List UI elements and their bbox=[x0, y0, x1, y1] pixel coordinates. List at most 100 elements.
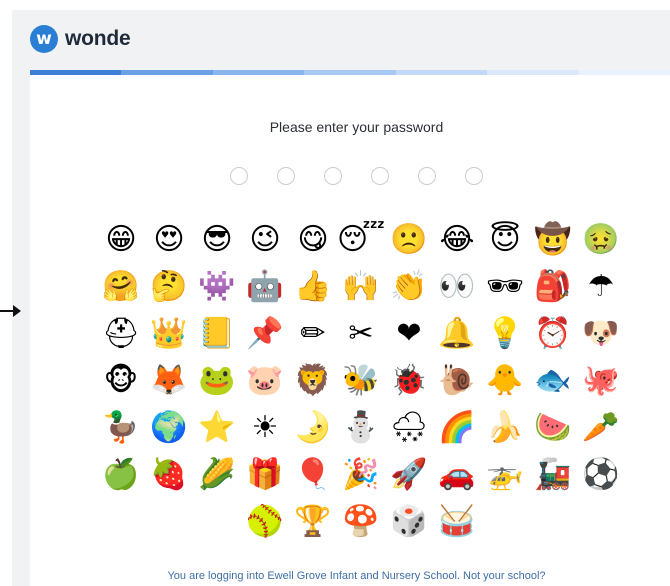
emoji-key[interactable]: 🎒 bbox=[529, 263, 577, 310]
emoji-key[interactable]: 🐌 bbox=[433, 357, 481, 404]
emoji-key[interactable]: 🌛 bbox=[289, 404, 337, 451]
emoji-key[interactable]: 💡 bbox=[481, 310, 529, 357]
emoji-key[interactable]: 🐵 bbox=[97, 357, 145, 404]
emoji-key[interactable]: 🐶 bbox=[577, 310, 625, 357]
emoji-key[interactable]: 🎈 bbox=[289, 451, 337, 498]
emoji-key[interactable]: 🦁 bbox=[289, 357, 337, 404]
emoji-key[interactable]: ❤ bbox=[385, 310, 433, 357]
login-card: Please enter your password 😁 😍 😎 😉 😋 😴 🙁 😂 😇 🤠 🤢 🤗 🤔… bbox=[30, 70, 670, 586]
emoji-key[interactable]: 🥁 bbox=[433, 498, 481, 545]
emoji-key[interactable]: 😁 bbox=[97, 216, 145, 263]
emoji-key[interactable]: 🌈 bbox=[433, 404, 481, 451]
emoji-key[interactable]: 👏 bbox=[385, 263, 433, 310]
emoji-key[interactable]: ⭐ bbox=[193, 404, 241, 451]
emoji-key[interactable]: 😂 bbox=[433, 216, 481, 263]
emoji-key[interactable]: 😋 bbox=[289, 216, 337, 263]
emoji-row: 🦆 🌍 ⭐ ☀ 🌛 ⛄ 🌨 🌈 🍌 🍉 🥕 bbox=[96, 404, 626, 451]
emoji-key[interactable]: 🤢 bbox=[577, 216, 625, 263]
emoji-key[interactable]: 🍌 bbox=[481, 404, 529, 451]
emoji-key[interactable]: 😍 bbox=[145, 216, 193, 263]
wonde-logo-text: wonde bbox=[65, 27, 131, 50]
emoji-key[interactable]: 👑 bbox=[145, 310, 193, 357]
password-dot bbox=[418, 167, 436, 185]
emoji-row: 🥎 🏆 🍄 🎲 🥁 bbox=[96, 498, 626, 545]
emoji-key[interactable]: 🌨 bbox=[385, 404, 433, 451]
password-dot bbox=[371, 167, 389, 185]
emoji-key[interactable]: 🦊 bbox=[145, 357, 193, 404]
progress-segment bbox=[212, 70, 305, 75]
progress-segment bbox=[578, 70, 670, 75]
emoji-row: ⛑ 👑 📒 📌 ✏ ✂ ❤ 🔔 💡 ⏰ 🐶 bbox=[96, 310, 626, 357]
progress-segment bbox=[487, 70, 579, 75]
emoji-key[interactable]: 🐙 bbox=[577, 357, 625, 404]
emoji-key[interactable]: 🙌 bbox=[337, 263, 385, 310]
password-dot bbox=[465, 167, 483, 185]
emoji-row: 🍏 🍓 🌽 🎁 🎈 🎉 🚀 🚗 🚁 🚂 ⚽ bbox=[96, 451, 626, 498]
emoji-key[interactable]: 🤖 bbox=[241, 263, 289, 310]
emoji-keypad: 😁 😍 😎 😉 😋 😴 🙁 😂 😇 🤠 🤢 🤗 🤔 👾 🤖 👍 🙌 👏 👀 🕶 🎒 ☂ ⛑ 👑 📒 📌 ✏ ✂ ❤ 🔔 💡 ⏰ 🐶 🐵 🦊 🐸 🐷 🦁 🐝 🐞… bbox=[96, 216, 626, 545]
emoji-key[interactable]: 🚀 bbox=[385, 451, 433, 498]
emoji-key[interactable]: 🦆 bbox=[97, 404, 145, 451]
school-notice[interactable]: You are logging into Ewell Grove Infant … bbox=[30, 570, 670, 582]
emoji-key[interactable]: ⚽ bbox=[577, 451, 625, 498]
emoji-key[interactable]: 🎉 bbox=[337, 451, 385, 498]
progress-bar bbox=[30, 70, 670, 75]
emoji-key[interactable]: 🐟 bbox=[529, 357, 577, 404]
emoji-key[interactable]: 🍏 bbox=[97, 451, 145, 498]
emoji-key[interactable]: 🔔 bbox=[433, 310, 481, 357]
emoji-row: 🐵 🦊 🐸 🐷 🦁 🐝 🐞 🐌 🐥 🐟 🐙 bbox=[96, 357, 626, 404]
emoji-key[interactable]: 🎲 bbox=[385, 498, 433, 545]
emoji-key[interactable]: 😎 bbox=[193, 216, 241, 263]
emoji-key[interactable]: ⏰ bbox=[529, 310, 577, 357]
emoji-key[interactable]: ☂ bbox=[577, 263, 625, 310]
emoji-key[interactable]: 📌 bbox=[241, 310, 289, 357]
emoji-key[interactable]: ☀ bbox=[241, 404, 289, 451]
emoji-key[interactable]: 🤔 bbox=[145, 263, 193, 310]
emoji-key[interactable]: 🥎 bbox=[241, 498, 289, 545]
emoji-key[interactable]: 🙁 bbox=[385, 216, 433, 263]
emoji-key[interactable]: 🏆 bbox=[289, 498, 337, 545]
emoji-key[interactable]: 👾 bbox=[193, 263, 241, 310]
emoji-key[interactable]: 🐷 bbox=[241, 357, 289, 404]
progress-segment bbox=[304, 70, 396, 75]
emoji-key[interactable]: 🌍 bbox=[145, 404, 193, 451]
password-dot bbox=[277, 167, 295, 185]
emoji-key[interactable]: 👍 bbox=[289, 263, 337, 310]
emoji-row: 🤗 🤔 👾 🤖 👍 🙌 👏 👀 🕶 🎒 ☂ bbox=[96, 263, 626, 310]
emoji-key[interactable]: ✏ bbox=[289, 310, 337, 357]
emoji-key[interactable]: 🍓 bbox=[145, 451, 193, 498]
emoji-key[interactable]: 🌽 bbox=[193, 451, 241, 498]
password-dot bbox=[324, 167, 342, 185]
wonde-logo: w wonde bbox=[30, 24, 131, 54]
password-heading: Please enter your password bbox=[269, 119, 444, 135]
emoji-key[interactable]: ⛑ bbox=[97, 310, 145, 357]
password-dots bbox=[30, 167, 670, 185]
emoji-key[interactable]: 🤠 bbox=[529, 216, 577, 263]
emoji-key[interactable]: 🕶 bbox=[481, 263, 529, 310]
emoji-key[interactable]: 🐞 bbox=[385, 357, 433, 404]
emoji-row: 😁 😍 😎 😉 😋 😴 🙁 😂 😇 🤠 🤢 bbox=[96, 216, 626, 263]
emoji-key[interactable]: 🐸 bbox=[193, 357, 241, 404]
emoji-key[interactable]: 👀 bbox=[433, 263, 481, 310]
emoji-key[interactable]: ✂ bbox=[337, 310, 385, 357]
arrow-pointer-icon bbox=[0, 305, 21, 317]
emoji-key[interactable]: 🎁 bbox=[241, 451, 289, 498]
password-dot bbox=[230, 167, 248, 185]
emoji-key[interactable]: 📒 bbox=[193, 310, 241, 357]
emoji-key[interactable]: 🐥 bbox=[481, 357, 529, 404]
emoji-key[interactable]: 😉 bbox=[241, 216, 289, 263]
emoji-key[interactable]: ⛄ bbox=[337, 404, 385, 451]
progress-segment bbox=[395, 70, 488, 75]
emoji-key[interactable]: 🤗 bbox=[97, 263, 145, 310]
emoji-key[interactable]: 🚁 bbox=[481, 451, 529, 498]
emoji-key[interactable]: 😇 bbox=[481, 216, 529, 263]
emoji-key[interactable]: 🚗 bbox=[433, 451, 481, 498]
emoji-key[interactable]: 😴 bbox=[337, 216, 385, 263]
emoji-key[interactable]: 🍉 bbox=[529, 404, 577, 451]
emoji-key[interactable]: 🚂 bbox=[529, 451, 577, 498]
emoji-key[interactable]: 🥕 bbox=[577, 404, 625, 451]
emoji-key[interactable]: 🐝 bbox=[337, 357, 385, 404]
progress-segment bbox=[30, 70, 122, 75]
emoji-key[interactable]: 🍄 bbox=[337, 498, 385, 545]
progress-segment bbox=[121, 70, 213, 75]
